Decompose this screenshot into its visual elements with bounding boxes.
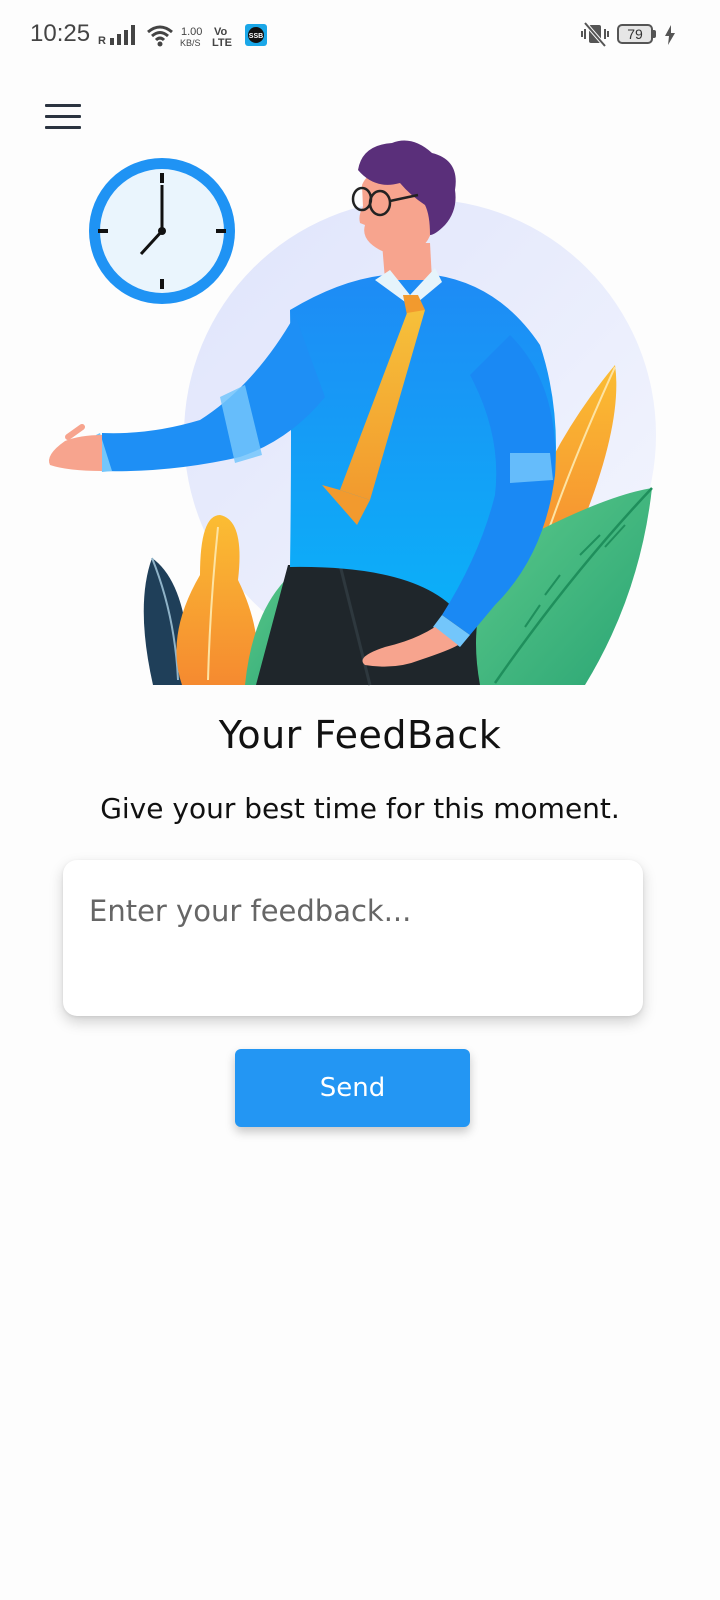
signal-prefix: R [98,35,106,47]
hamburger-menu-icon[interactable] [42,100,84,134]
page-subtitle: Give your best time for this moment. [100,792,620,825]
net-speed-unit: KB/S [180,38,201,48]
menu-line-top [45,104,81,107]
net-speed-value: 1.00 [181,26,202,38]
status-left-icons: R 1.00 KB/S Vo LTE SSB [98,24,267,49]
status-time: 10:25 [30,20,91,47]
left-hand [49,435,102,471]
app-badge-text: SSB [249,33,263,40]
vibrate-icon [581,22,609,48]
menu-line-bottom [45,126,81,129]
status-bar: 10:25 R 1.00 KB/S Vo LTE SSB 79 [0,0,720,72]
battery-icon: 79 [617,24,653,44]
app-notification-icon: SSB [245,24,267,46]
wifi-icon [147,25,173,47]
menu-line-middle [45,115,81,118]
charging-icon [665,25,675,45]
send-button[interactable]: Send [235,1049,470,1127]
net-speed-indicator: 1.00 KB/S [180,26,202,48]
man-with-clock-illustration [49,140,656,686]
signal-icon: R [98,25,135,47]
volte-icon: Vo LTE [212,26,232,49]
feedback-card [63,860,643,1016]
clock-icon [89,158,235,304]
status-right-icons: 79 [580,22,680,54]
page-title: Your FeedBack [218,713,502,757]
feedback-input[interactable] [89,894,609,994]
volte-bottom: LTE [212,37,232,49]
battery-tip [653,30,656,38]
